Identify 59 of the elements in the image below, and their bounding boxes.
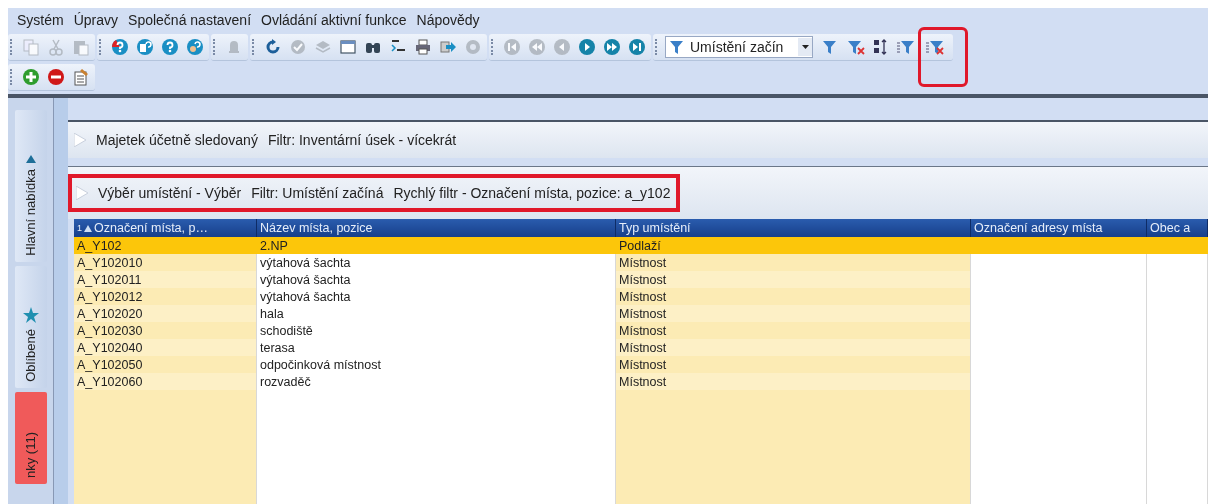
sidebar-tab[interactable]: nky (11) [14,392,47,484]
table-cell: A_Y102030 [77,323,143,338]
table-cell: A_Y102012 [77,289,143,304]
sort-index: 1 [77,223,82,233]
sidebar-tab[interactable]: Hlavní nabídka [14,110,47,262]
table-cell: Místnost [619,323,667,338]
panel-header[interactable]: Majetek účetně sledovaný Filtr: Inventární úsek - vícekrát [68,120,1208,158]
dropdown-value: Umístění začín [690,38,785,55]
table-cell: A_Y102011 [77,272,142,287]
triangle-icon [25,155,36,164]
panel-title: Filtr: Inventární úsek - vícekrát [267,132,457,148]
filter-dropdown[interactable]: Umístění začín [665,35,813,58]
table-cell: Místnost [619,374,667,389]
table-cell: odpočinková místnost [260,357,381,372]
table-cell: Místnost [619,255,667,270]
table-row[interactable]: A_Y102040 terasa Místnost [74,339,1208,356]
menu-item[interactable]: Nápovědy [411,12,485,28]
table-cell: A_Y102060 [77,374,143,389]
table-cell: Podlaží [619,238,661,253]
table-row[interactable]: A_Y102050 odpočinková místnost Místnost [74,356,1208,373]
column-title: Označení místa, p… [94,221,208,235]
menu-item[interactable]: Systém [12,12,69,28]
table-row[interactable]: A_Y102011 výtahová šachta Místnost [74,271,1208,288]
table-cell: Místnost [619,289,667,304]
menu-item[interactable]: Společná nastavení [123,12,257,28]
panel-title: Rychlý filtr - Označení místa, pozice: a_y102 [393,185,671,201]
panel-header[interactable]: Výběr umístění - Výběr Filtr: Umístění začíná Rychlý filtr - Označení místa, pozice: a_y102 [68,166,1208,219]
star-icon [22,307,39,324]
panel-title: Majetek účetně sledovaný [96,132,258,148]
table-cell: hala [260,306,284,321]
table-cell: Místnost [619,340,667,355]
table-cell: schodiště [260,323,313,338]
menu-item[interactable]: Úpravy [68,12,124,28]
menu-item[interactable]: Ovládání aktivní funkce [256,12,412,28]
table-cell: Místnost [619,306,667,321]
table-cell: A_Y102040 [77,340,143,355]
sidebar-tab[interactable]: Oblíbené [14,266,47,388]
table-cell: A_Y102020 [77,306,143,321]
table-row[interactable]: A_Y102 2.NP Podlaží [74,237,1208,254]
panel-title: Výběr umístění - Výběr [98,185,242,201]
table-cell: 2.NP [260,238,288,253]
table-row[interactable]: A_Y102012 výtahová šachta Místnost [74,288,1208,305]
panel-title: Filtr: Umístění začíná [251,185,384,201]
table-cell: Místnost [619,272,667,287]
table-row[interactable]: A_Y102020 hala Místnost [74,305,1208,322]
table-cell: výtahová šachta [260,289,351,304]
sort-ascending-icon [84,224,92,232]
table-cell: A_Y102050 [77,357,143,372]
table-cell: rozvaděč [260,374,311,389]
table-row[interactable]: A_Y102030 schodiště Místnost [74,322,1208,339]
table-cell: výtahová šachta [260,255,351,270]
table-row[interactable]: A_Y102060 rozvaděč Místnost [74,373,1208,390]
caret-icon[interactable] [798,37,812,56]
table-row[interactable]: A_Y102010 výtahová šachta Místnost [74,254,1208,271]
table-cell: výtahová šachta [260,272,351,287]
table-cell: Místnost [619,357,667,372]
table-cell: A_Y102010 [77,255,143,270]
table-cell: terasa [260,340,295,355]
table-cell: A_Y102 [77,238,122,253]
